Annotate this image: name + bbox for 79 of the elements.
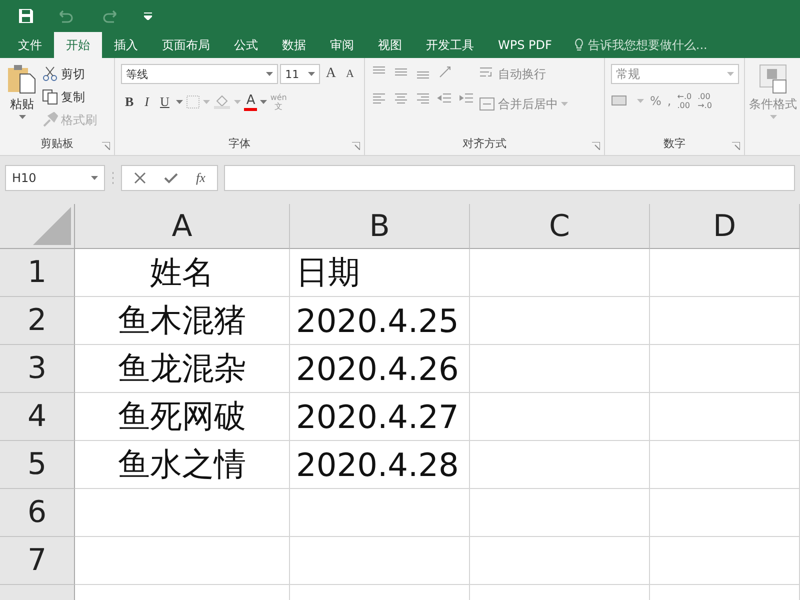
ribbon-tab[interactable]: WPS PDF bbox=[486, 32, 564, 58]
dialog-launcher-icon[interactable] bbox=[102, 142, 110, 150]
font-name-field[interactable]: 等线 bbox=[121, 64, 278, 84]
caret-icon[interactable] bbox=[727, 72, 734, 76]
check-icon[interactable] bbox=[164, 172, 178, 184]
dialog-launcher-icon[interactable] bbox=[732, 142, 740, 150]
bold-button[interactable]: B bbox=[121, 92, 138, 112]
drag-handle-icon[interactable] bbox=[111, 171, 115, 185]
conditional-format-icon[interactable] bbox=[759, 64, 787, 94]
table-cell: 鱼龙混杂 bbox=[75, 345, 290, 393]
copy-icon[interactable] bbox=[42, 89, 58, 105]
shrink-font-button[interactable]: A bbox=[342, 64, 358, 84]
scissors-icon[interactable] bbox=[42, 66, 58, 82]
triangle-icon bbox=[33, 207, 71, 245]
tell-me-field[interactable]: 告诉我您想要做什么... bbox=[574, 32, 708, 58]
ribbon-tab[interactable]: 数据 bbox=[270, 32, 318, 58]
customize-toolbar-icon[interactable] bbox=[144, 12, 152, 20]
lightbulb-icon bbox=[574, 38, 584, 52]
ribbon-tab[interactable]: 插入 bbox=[102, 32, 150, 58]
caret-icon[interactable] bbox=[308, 72, 315, 76]
grow-font-button[interactable]: A bbox=[322, 64, 340, 84]
formula-field[interactable] bbox=[224, 165, 795, 191]
border-icon[interactable] bbox=[186, 95, 200, 109]
column-header[interactable]: D bbox=[650, 204, 800, 249]
insert-function-button[interactable]: fx bbox=[196, 170, 206, 186]
merge-cells-icon[interactable] bbox=[479, 96, 495, 112]
name-box[interactable]: H10 bbox=[5, 165, 105, 191]
caret-icon[interactable] bbox=[91, 176, 98, 180]
table-cell: 2020.4.25 bbox=[290, 297, 470, 345]
caret-icon[interactable] bbox=[266, 72, 274, 76]
ribbon-tab[interactable]: 公式 bbox=[222, 32, 270, 58]
ribbon-tab[interactable]: 页面布局 bbox=[150, 32, 222, 58]
font-size-field[interactable]: 11 bbox=[280, 64, 320, 84]
row-header[interactable]: 1 bbox=[0, 249, 75, 297]
row-header[interactable]: 3 bbox=[0, 345, 75, 393]
row-header[interactable]: 5 bbox=[0, 441, 75, 489]
caret-icon[interactable] bbox=[260, 100, 268, 104]
copy-button[interactable]: 复制 bbox=[42, 87, 97, 107]
row-header[interactable]: 6 bbox=[0, 489, 75, 537]
column-header[interactable]: A bbox=[75, 204, 290, 249]
dialog-launcher-icon[interactable] bbox=[592, 142, 600, 150]
table-cell: 2020.4.27 bbox=[290, 393, 470, 441]
table-cell: 日期 bbox=[290, 249, 470, 297]
select-all-button[interactable] bbox=[0, 204, 75, 249]
decimal-button[interactable]: ←.0 .00 bbox=[677, 92, 692, 110]
row-header[interactable]: 7 bbox=[0, 537, 75, 585]
table-cell: 鱼死网破 bbox=[75, 393, 290, 441]
column-header[interactable]: C bbox=[470, 204, 650, 249]
table-cell: 鱼木混猪 bbox=[75, 297, 290, 345]
row-header[interactable]: 2 bbox=[0, 297, 75, 345]
table-cell: 2020.4.26 bbox=[290, 345, 470, 393]
caret-icon[interactable] bbox=[18, 115, 26, 119]
group-label: 对齐方式 bbox=[462, 136, 508, 152]
row-header[interactable]: 4 bbox=[0, 393, 75, 441]
ribbon-tab[interactable]: 文件 bbox=[6, 32, 54, 58]
ribbon-tab[interactable]: 审阅 bbox=[318, 32, 366, 58]
group-label: 剪贴板 bbox=[40, 136, 74, 152]
table-cell: 鱼水之情 bbox=[75, 441, 290, 489]
dialog-launcher-icon[interactable] bbox=[352, 142, 360, 150]
ribbon-tab[interactable]: 视图 bbox=[366, 32, 414, 58]
cut-button[interactable]: 剪切 bbox=[42, 64, 97, 84]
decimal-button[interactable]: .00 →.0 bbox=[698, 92, 712, 110]
cancel-icon[interactable] bbox=[134, 172, 146, 184]
ribbon-tab[interactable]: 开发工具 bbox=[414, 32, 486, 58]
number-format-field[interactable]: 常规 bbox=[611, 64, 739, 84]
save-icon[interactable] bbox=[18, 8, 34, 24]
group-label: 字体 bbox=[228, 136, 252, 152]
paste-button[interactable]: 粘贴 bbox=[6, 64, 38, 133]
clipboard-icon bbox=[7, 64, 37, 94]
italic-button[interactable]: I bbox=[140, 92, 154, 112]
font-color-button[interactable]: A bbox=[244, 93, 258, 111]
underline-button[interactable]: U bbox=[156, 92, 174, 112]
ribbon-tab[interactable]: 开始 bbox=[54, 32, 102, 58]
fill-bucket-icon[interactable] bbox=[213, 95, 232, 109]
table-cell: 2020.4.28 bbox=[290, 441, 470, 489]
table-cell: 姓名 bbox=[75, 249, 290, 297]
group-label: 数字 bbox=[662, 136, 686, 152]
column-header[interactable]: B bbox=[290, 204, 470, 249]
caret-icon[interactable] bbox=[176, 100, 184, 104]
